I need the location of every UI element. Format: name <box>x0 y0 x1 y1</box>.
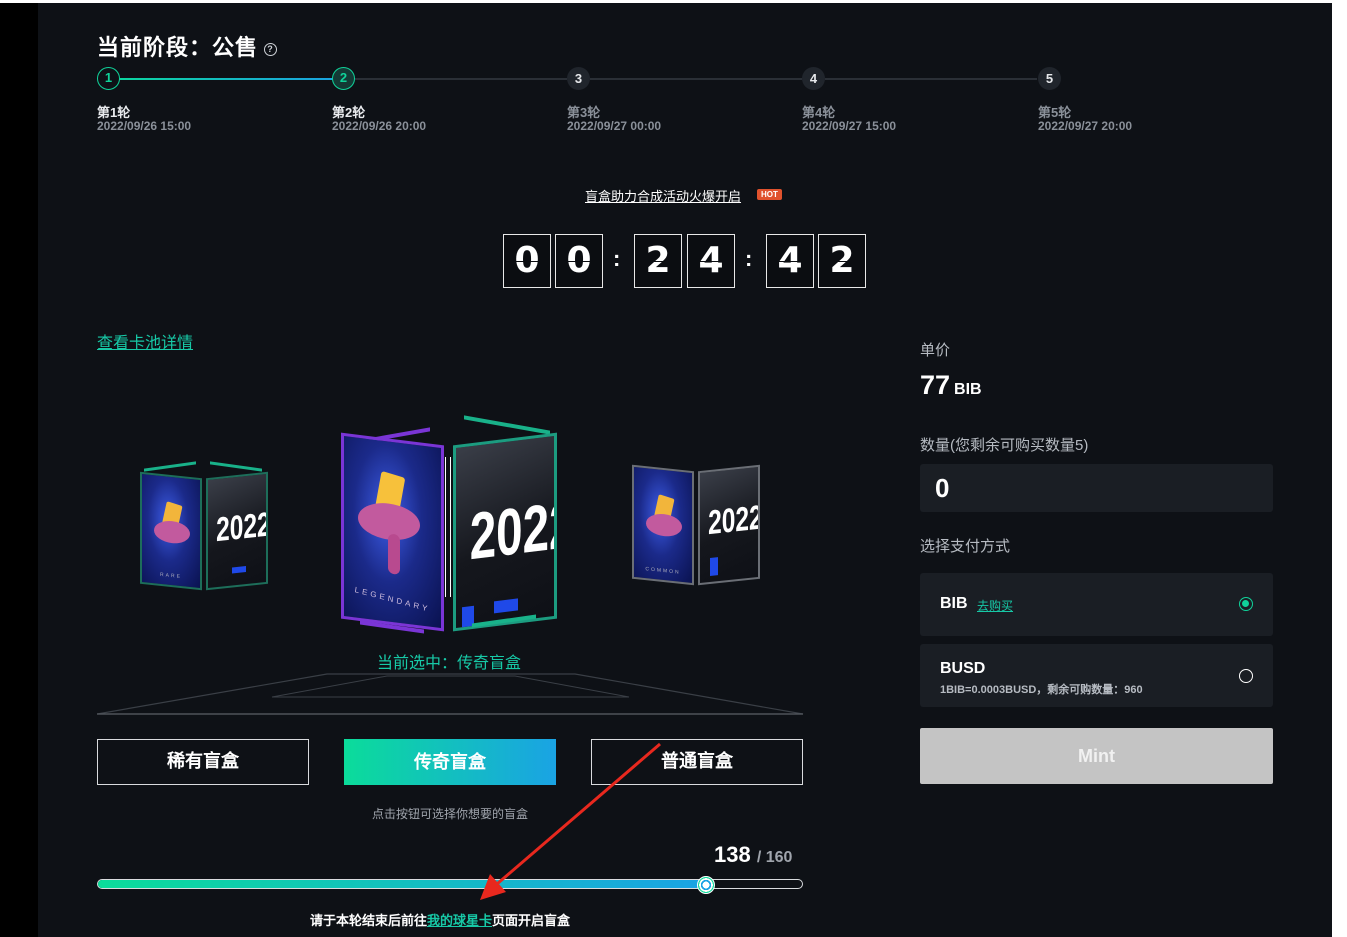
payment-option-bib[interactable]: BIB 去购买 <box>920 573 1273 636</box>
common-box-image[interactable]: COMMON 2022 <box>630 460 762 594</box>
phase-title-text: 当前阶段：公售 <box>97 35 259 60</box>
step-1-dot: 1 <box>97 67 120 90</box>
box-year: 2022 <box>216 505 268 550</box>
box-year-face: 2022 <box>206 471 268 591</box>
note-prefix: 请于本轮结束后前往 <box>310 913 428 928</box>
round-stepper: 1 2 3 4 5 第1轮 第2轮 第3轮 第4轮 第5轮 2022/09/26… <box>97 67 1197 137</box>
box-art-face: COMMON <box>632 464 694 586</box>
payment-name: BUSD <box>940 660 986 677</box>
step-1-date: 2022/09/26 15:00 <box>97 119 192 133</box>
box-art-face: RARE <box>140 471 202 591</box>
platform-outline <box>97 673 804 715</box>
countdown-digit: 2 <box>634 234 682 288</box>
mint-button[interactable]: Mint <box>920 728 1273 784</box>
finger-shape <box>388 533 400 575</box>
annotation-arrow <box>480 742 661 900</box>
rare-box-image[interactable]: RARE 2022 <box>138 461 270 595</box>
selector-hint: 点击按钮可选择你想要的盲盒 <box>371 807 528 821</box>
legendary-box-image[interactable]: LEGENDARY 2022 <box>338 415 560 637</box>
step-2-date: 2022/09/26 20:00 <box>332 119 427 133</box>
countdown-digit: 0 <box>555 234 603 288</box>
countdown-digit: 2 <box>818 234 866 288</box>
box-art-face: LEGENDARY <box>341 432 444 632</box>
box-edge <box>445 457 451 597</box>
box-year-face: 2022 <box>698 464 760 586</box>
radio-unselected-icon[interactable] <box>1239 669 1253 683</box>
quantity-label: 数量(您剩余可购买数量5) <box>920 437 1089 454</box>
step-5-dot: 5 <box>1038 67 1061 90</box>
box-block <box>710 557 718 576</box>
countdown-digit: 4 <box>766 234 814 288</box>
hand-icon <box>646 512 682 538</box>
hot-badge: HOT <box>757 189 782 200</box>
radio-selected-icon[interactable] <box>1239 597 1253 611</box>
stepper-line <box>825 78 1037 80</box>
box-year: 2022 <box>469 486 557 574</box>
box-year-face: 2022 <box>453 432 557 632</box>
quantity-input[interactable]: 0 <box>920 464 1273 512</box>
window-right-border <box>1332 0 1347 937</box>
countdown-separator: : <box>745 246 753 271</box>
question-circle-icon[interactable]: ? <box>264 42 278 56</box>
payment-option-busd[interactable]: BUSD 1BIB=0.0003BUSD，剩余可购数量：960 <box>920 644 1273 707</box>
price-unit: BIB <box>954 381 982 398</box>
step-4-date: 2022/09/27 15:00 <box>802 119 897 133</box>
step-3-date: 2022/09/27 00:00 <box>567 119 662 133</box>
step-4-dot: 4 <box>802 67 825 90</box>
buy-bib-link[interactable]: 去购买 <box>977 597 1013 614</box>
open-box-note: 请于本轮结束后前往我的球星卡页面开启盲盒 <box>310 910 570 929</box>
total-value: / 160 <box>756 849 793 866</box>
step-5-date: 2022/09/27 20:00 <box>1038 119 1133 133</box>
sold-value: 138 <box>714 842 751 867</box>
countdown-separator: : <box>613 246 621 271</box>
box-tag: RARE <box>160 571 182 581</box>
card-pool-details-link[interactable]: 查看卡池详情 <box>97 329 193 353</box>
my-cards-link[interactable]: 我的球星卡 <box>427 913 492 928</box>
unit-price-label: 单价 <box>920 342 951 359</box>
stepper-line <box>355 78 567 80</box>
stepper-line <box>590 78 802 80</box>
countdown-digit: 0 <box>503 234 551 288</box>
payment-name: BIB <box>940 595 968 612</box>
payment-method-label: 选择支付方式 <box>920 538 1011 555</box>
stepper-line-completed <box>119 78 333 80</box>
step-2-dot: 2 <box>332 67 355 90</box>
box-block <box>232 566 246 574</box>
box-rim <box>464 415 550 435</box>
step-3-dot: 3 <box>567 67 590 90</box>
rare-box-button[interactable]: 稀有盲盒 <box>97 739 309 785</box>
box-block <box>494 598 518 614</box>
price-value: 77 <box>920 370 951 400</box>
countdown-digit: 4 <box>687 234 735 288</box>
box-tag: LEGENDARY <box>354 585 431 614</box>
box-year: 2022 <box>708 498 760 543</box>
hand-icon <box>154 519 190 545</box>
promo-link[interactable]: 盲盒助力合成活动火爆开启 <box>585 186 741 205</box>
box-tag: COMMON <box>645 566 681 576</box>
soccer-ball-icon <box>696 876 715 894</box>
unit-price: 77 BIB <box>920 370 982 401</box>
phase-title: 当前阶段：公售? <box>97 30 278 62</box>
sold-count: 138 / 160 <box>714 842 792 868</box>
busd-rate-note: 1BIB=0.0003BUSD，剩余可购数量：960 <box>940 684 1143 696</box>
note-suffix: 页面开启盲盒 <box>492 913 571 928</box>
